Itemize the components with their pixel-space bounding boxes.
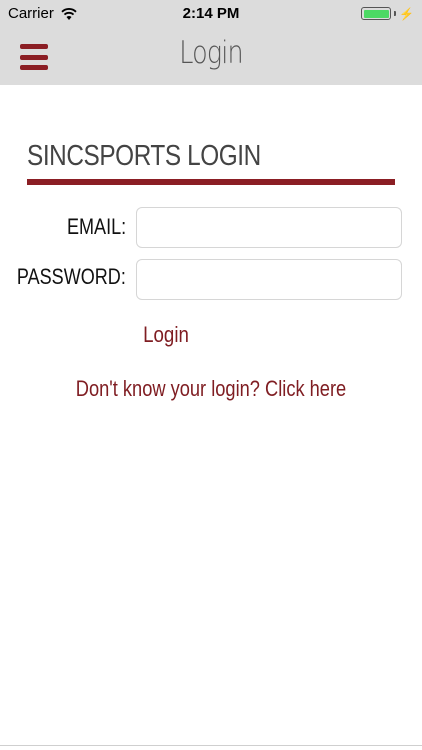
forgot-login-link[interactable]: Don't know your login? Click here [36, 376, 386, 402]
password-label: PASSWORD: [17, 264, 126, 289]
section-divider [27, 179, 395, 185]
email-field[interactable] [136, 207, 402, 248]
battery-fill [363, 9, 389, 18]
bottom-divider [0, 745, 422, 746]
battery-indicator: ⚡ [361, 7, 414, 20]
navigation-bar: Login [0, 30, 422, 85]
password-field[interactable] [136, 259, 402, 300]
page-title: Login [179, 35, 243, 71]
status-bar: Carrier 2:14 PM ⚡ [0, 0, 422, 30]
login-screen: Carrier 2:14 PM ⚡ Login SINCSPORTS LOGIN… [0, 0, 422, 750]
battery-icon [361, 7, 392, 20]
login-button[interactable]: Login [135, 321, 196, 349]
email-label: EMAIL: [66, 214, 126, 239]
clock: 2:14 PM [182, 5, 240, 22]
battery-cap [394, 11, 397, 16]
bolt-icon: ⚡ [399, 6, 414, 21]
section-title: SINCSPORTS LOGIN [27, 140, 261, 172]
